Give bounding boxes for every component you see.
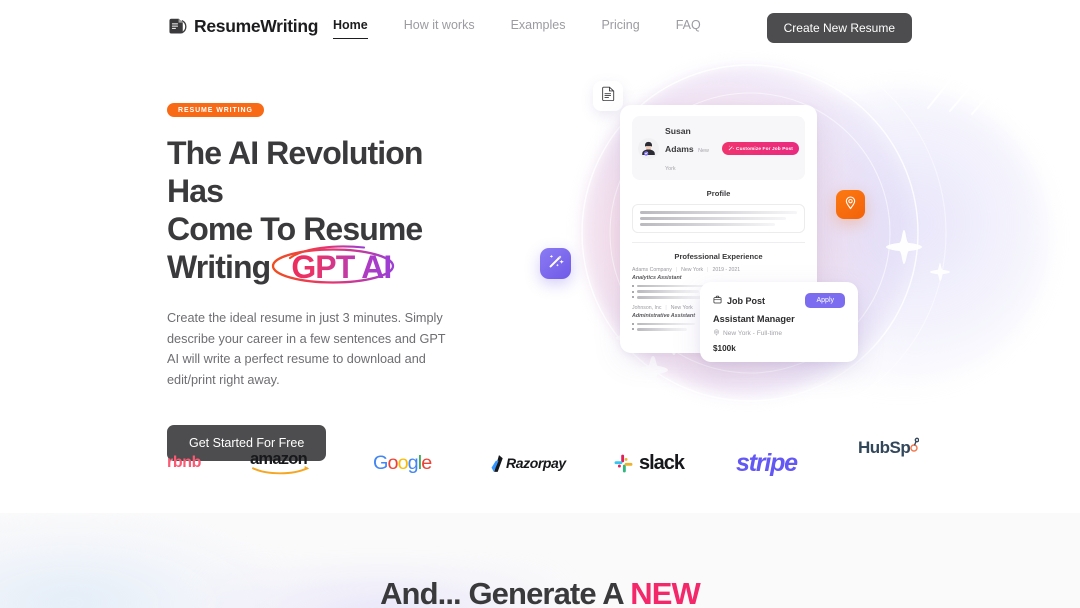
brand-logo-stripe: stripe [736,448,798,477]
landing-page: ResumeWriting Home How it works Examples… [0,0,1080,608]
hubspot-sprocket-icon [910,437,920,452]
razorpay-text: Razorpay [506,455,566,471]
bullet-bar [637,284,707,288]
magic-wand-icon [547,253,564,275]
experience-company: Johnson, Inc [632,304,662,311]
location-pin-icon [713,329,720,338]
bullet-bar [637,290,699,293]
bullet-dot [632,290,634,293]
resume-profile-row: Susan Adams New York Customize For Job P… [632,116,805,180]
brand-logo-razorpay: Razorpay [491,437,566,489]
section-title: And... Generate A NEW [0,576,1080,608]
divider [632,241,805,243]
customize-label: Customize For Job Post [736,145,793,151]
skeleton-line [640,217,786,220]
job-post-salary: $100k [713,344,736,353]
bullet-bar [637,328,687,331]
hero-title: The AI Revolution Has Come To Resume Wri… [167,134,477,286]
floating-document-badge[interactable] [593,81,623,111]
hero-highlight-wrap: GPT AI [272,245,404,286]
nav-item-examples[interactable]: Examples [511,18,566,39]
meta-separator: | [665,304,667,311]
brand-logo-slack: slack [614,437,685,489]
hubspot-text: HubSp [858,438,911,457]
profile-heading: Profile [706,189,731,198]
brand-logo-airbnb: rbnb [167,454,201,471]
bullet-bar [637,295,703,299]
experience-location: New York [670,304,693,311]
apply-button[interactable]: Apply [805,293,845,308]
experience-company: Adams Company [632,266,672,273]
hero-content: RESUME WRITING The AI Revolution Has Com… [167,99,477,461]
svg-text:Google: Google [373,452,432,474]
brand-logo-strip: rbnb amazon Google Razorpay slack stripe… [0,437,1080,489]
magic-wand-icon [728,145,734,152]
job-post-card: Job Post Apply Assistant Manager New Yor… [700,282,858,362]
create-new-resume-button[interactable]: Create New Resume [766,13,912,43]
site-header: ResumeWriting Home How it works Examples… [0,0,1080,56]
experience-role: Analytics Assistant [632,275,682,282]
location-pin-icon [843,195,858,215]
experience-heading: Professional Experience [674,251,763,261]
bullet-bar [637,322,695,326]
document-icon [601,86,615,106]
job-post-header: Job Post Apply [713,293,845,308]
bullet-dot [632,322,634,325]
hero-highlight-text: GPT AI [291,249,392,286]
job-post-title: Job Post [713,295,765,306]
skeleton-line [640,211,797,214]
section-title-highlight: NEW [630,576,701,608]
floating-location-badge[interactable] [836,190,865,219]
job-post-heading: Job Post [727,295,766,306]
document-logo-icon [167,16,188,37]
job-post-location: New York - Full-time [723,330,782,337]
profile-placeholder-box [632,204,805,233]
brand-logo-amazon: amazon [250,437,322,489]
nav-item-pricing[interactable]: Pricing [601,18,639,39]
next-section: And... Generate A NEW [0,513,1080,608]
meta-separator: | [675,266,678,273]
experience-dates: 2019 - 2021 [712,266,741,273]
hero-badge: RESUME WRITING [167,103,264,117]
meta-separator: | [707,266,709,273]
hero-title-line3: Writing [167,249,271,286]
brand-logo[interactable]: ResumeWriting [167,16,318,37]
section-title-prefix: And... Generate A [380,576,631,608]
floating-magic-wand-badge[interactable] [540,248,571,279]
hero-illustration: Susan Adams New York Customize For Job P… [500,48,1080,438]
bullet-dot [632,296,634,299]
job-post-role: Assistant Manager [713,314,795,324]
experience-location: New York [681,266,704,273]
brand-logo-hubspot: HubSp [858,437,920,489]
customize-for-job-post-button[interactable]: Customize For Job Post [721,141,799,155]
job-post-location-row: New York - Full-time [713,329,845,338]
nav-item-home[interactable]: Home [333,18,368,39]
profile-name: Susan Adams [665,126,694,154]
hero-title-line1: The AI Revolution Has [167,135,423,210]
profile-meta: Susan Adams New York [665,121,716,175]
svg-text:amazon: amazon [250,450,308,468]
nav-item-how-it-works[interactable]: How it works [404,18,475,39]
nav-item-faq[interactable]: FAQ [676,18,701,39]
hero-description: Create the ideal resume in just 3 minute… [167,311,446,388]
experience-meta: Adams Company | New York | 2019 - 2021 [632,267,805,273]
main-nav: Home How it works Examples Pricing FAQ [333,18,701,39]
bullet-dot [632,285,634,288]
slack-text: slack [639,451,685,474]
bullet-dot [632,328,634,331]
avatar [638,137,659,159]
logo-text: ResumeWriting [194,16,319,36]
brand-logo-google: Google [373,437,443,489]
skeleton-line [640,223,776,226]
briefcase-icon [713,295,722,306]
